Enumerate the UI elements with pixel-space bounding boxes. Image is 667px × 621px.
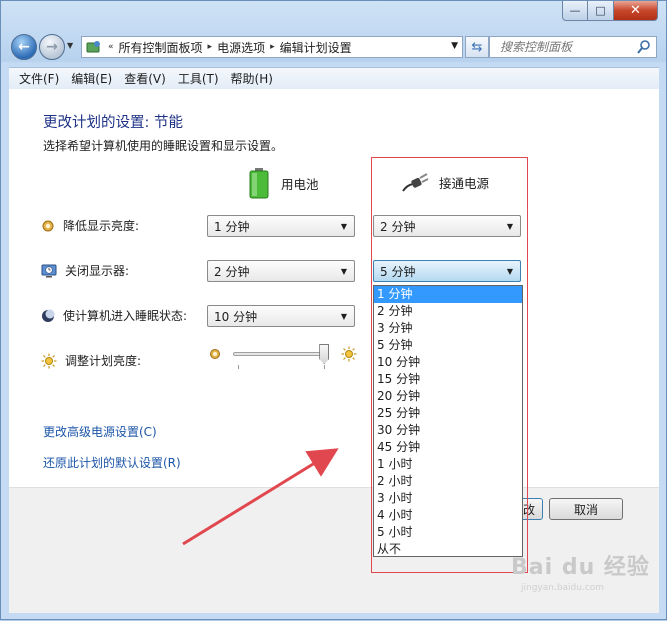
control-panel-icon: [86, 41, 100, 53]
column-plugged: 接通电源: [401, 171, 489, 193]
display-off-plugged-select[interactable]: 5 分钟 ▼: [373, 260, 521, 282]
display-off-battery-value: 2 分钟: [214, 264, 250, 279]
chevron-down-icon: ▼: [506, 267, 513, 276]
arrow-right-icon: →: [46, 39, 58, 55]
dropdown-option[interactable]: 30 分钟: [374, 422, 522, 439]
sun-icon: [41, 353, 57, 368]
navigation-bar: ← → ▼ « 所有控制面板项 ▸ 电源选项 ▸ 编辑计划设置 ▼ ⇆: [9, 33, 659, 61]
dropdown-option[interactable]: 20 分钟: [374, 388, 522, 405]
chevron-down-icon: ▼: [340, 312, 347, 321]
display-off-plugged-value: 5 分钟: [380, 264, 416, 279]
arrow-left-icon: ←: [18, 39, 30, 55]
baidu-watermark-url: jingyan.baidu.com: [521, 583, 605, 593]
row-turn-off-display: 关闭显示器:: [41, 262, 129, 279]
dropdown-option[interactable]: 1 小时: [374, 456, 522, 473]
dropdown-option[interactable]: 4 小时: [374, 507, 522, 524]
breadcrumb-separator[interactable]: ▸: [208, 42, 213, 52]
dim-battery-value: 1 分钟: [214, 219, 250, 234]
address-bar[interactable]: « 所有控制面板项 ▸ 电源选项 ▸ 编辑计划设置 ▼: [81, 36, 463, 58]
minimize-button[interactable]: —: [562, 1, 588, 21]
brightness-low-icon: [210, 349, 220, 359]
brightness-label: 调整计划亮度:: [65, 354, 142, 368]
battery-icon: [249, 168, 269, 199]
search-input[interactable]: [498, 39, 628, 55]
refresh-icon: ⇆: [471, 39, 483, 55]
dim-battery-select[interactable]: 1 分钟 ▼: [207, 215, 355, 237]
dropdown-option[interactable]: 25 分钟: [374, 405, 522, 422]
menu-view[interactable]: 查看(V): [118, 70, 172, 87]
chevron-down-icon: ▼: [340, 267, 347, 276]
breadcrumb-edit-plan[interactable]: 编辑计划设置: [280, 39, 352, 56]
chevron-down-icon: ▼: [506, 222, 513, 231]
dropdown-option[interactable]: 15 分钟: [374, 371, 522, 388]
slider-tick: [238, 365, 239, 369]
page-title: 更改计划的设置: 节能: [43, 115, 183, 131]
display-off-options-list: 1 分钟 2 分钟 3 分钟 5 分钟 10 分钟 15 分钟 20 分钟 25 分钟 30 分…: [373, 285, 523, 557]
search-icon[interactable]: [637, 39, 651, 55]
close-button[interactable]: ✕: [614, 1, 658, 21]
forward-button[interactable]: →: [39, 34, 65, 60]
history-chevron[interactable]: «: [108, 42, 114, 52]
row-brightness: 调整计划亮度:: [41, 352, 141, 369]
maximize-button[interactable]: □: [588, 1, 614, 21]
row-dim-display: 降低显示亮度:: [41, 217, 139, 234]
dropdown-option[interactable]: 2 分钟: [374, 303, 522, 320]
dim-brightness-icon: [42, 220, 54, 231]
dropdown-option[interactable]: 5 分钟: [374, 337, 522, 354]
column-battery-label: 用电池: [281, 176, 319, 192]
sleep-battery-select[interactable]: 10 分钟 ▼: [207, 305, 355, 327]
breadcrumb-power-options[interactable]: 电源选项: [217, 39, 265, 56]
power-plug-icon: [402, 173, 429, 192]
dropdown-option[interactable]: 2 小时: [374, 473, 522, 490]
menu-edit[interactable]: 编辑(E): [65, 70, 118, 87]
history-dropdown[interactable]: ▼: [67, 41, 73, 50]
column-battery: 用电池: [249, 167, 319, 199]
dropdown-option[interactable]: 3 小时: [374, 490, 522, 507]
refresh-button[interactable]: ⇆: [465, 36, 489, 58]
menu-tools[interactable]: 工具(T): [172, 70, 225, 87]
brightness-slider-track[interactable]: [233, 352, 329, 356]
menu-help[interactable]: 帮助(H): [225, 70, 279, 87]
breadcrumb-separator[interactable]: ▸: [270, 42, 275, 52]
sleep-label: 使计算机进入睡眠状态:: [63, 309, 188, 323]
dim-plugged-select[interactable]: 2 分钟 ▼: [373, 215, 521, 237]
dropdown-option[interactable]: 1 分钟: [374, 286, 522, 303]
brightness-high-icon: [341, 346, 357, 362]
column-plugged-label: 接通电源: [439, 175, 490, 191]
monitor-clock-icon: [41, 264, 57, 277]
breadcrumb-all-items[interactable]: 所有控制面板项: [119, 39, 203, 56]
dim-plugged-value: 2 分钟: [380, 219, 416, 234]
power-plan-window: — □ ✕ ← → ▼ « 所有控制面板项 ▸ 电源选项 ▸ 编辑计划设置 ▼ …: [0, 0, 667, 620]
caption-buttons: — □ ✕: [562, 1, 658, 21]
dropdown-option[interactable]: 3 分钟: [374, 320, 522, 337]
page-subtitle: 选择希望计算机使用的睡眠设置和显示设置。: [43, 139, 284, 153]
back-button[interactable]: ←: [11, 34, 37, 60]
moon-icon: [42, 309, 55, 322]
search-box[interactable]: [489, 36, 657, 58]
dropdown-option[interactable]: 从不: [374, 541, 522, 558]
dropdown-option[interactable]: 10 分钟: [374, 354, 522, 371]
chevron-down-icon[interactable]: ▼: [451, 41, 458, 51]
restore-defaults-link[interactable]: 还原此计划的默认设置(R): [43, 454, 181, 471]
brightness-slider-thumb[interactable]: [319, 344, 330, 364]
baidu-watermark: Bai du 经验: [511, 555, 650, 580]
row-sleep: 使计算机进入睡眠状态:: [41, 307, 187, 324]
menu-bar: 文件(F) 编辑(E) 查看(V) 工具(T) 帮助(H): [9, 67, 659, 89]
settings-panel: 更改计划的设置: 节能 选择希望计算机使用的睡眠设置和显示设置。 用电池 接通电…: [9, 89, 659, 573]
chevron-down-icon: ▼: [340, 222, 347, 231]
display-off-battery-select[interactable]: 2 分钟 ▼: [207, 260, 355, 282]
dropdown-option[interactable]: 5 小时: [374, 524, 522, 541]
save-button-label: 改: [522, 502, 535, 517]
sleep-battery-value: 10 分钟: [214, 309, 258, 324]
turn-off-display-label: 关闭显示器:: [65, 264, 130, 278]
cancel-button[interactable]: 取消: [549, 498, 623, 520]
menu-file[interactable]: 文件(F): [13, 70, 65, 87]
dropdown-option[interactable]: 45 分钟: [374, 439, 522, 456]
slider-tick: [324, 365, 325, 369]
dim-display-label: 降低显示亮度:: [63, 219, 140, 233]
advanced-power-settings-link[interactable]: 更改高级电源设置(C): [43, 423, 157, 440]
